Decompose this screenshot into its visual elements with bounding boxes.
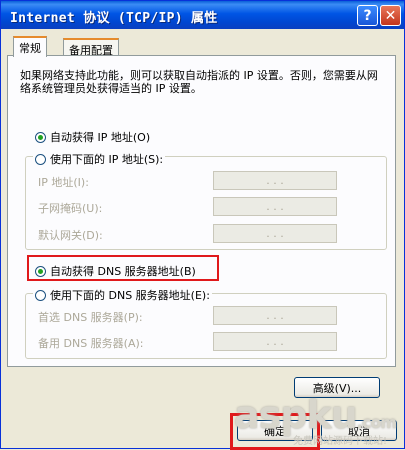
close-icon: ✕ (384, 7, 397, 24)
title-bar[interactable]: Internet 协议 (TCP/IP) 属性 ? ✕ (1, 1, 404, 29)
watermark-domain: .com (356, 413, 397, 432)
manual-dns-radio[interactable] (35, 289, 46, 301)
alternate-dns-label: 备用 DNS 服务器(A): (38, 337, 144, 350)
help-button[interactable]: ? (357, 5, 378, 26)
tab-alternate-config[interactable]: 备用配置 (63, 38, 119, 57)
help-icon: ? (363, 7, 372, 24)
preferred-dns-label: 首选 DNS 服务器(P): (38, 311, 143, 324)
default-gateway-value: . . . (266, 227, 284, 240)
manual-dns-option[interactable]: 使用下面的 DNS 服务器地址(E): (33, 287, 212, 303)
tab-general-label: 常规 (19, 42, 41, 55)
auto-dns-label: 自动获得 DNS 服务器地址(B) (50, 265, 196, 278)
tab-general[interactable]: 常规 (13, 36, 47, 57)
manual-ip-option[interactable]: 使用下面的 IP 地址(S): (33, 151, 166, 167)
watermark-subtitle: 免费网站源码下载站! (293, 436, 388, 447)
default-gateway-field[interactable]: . . . (213, 224, 337, 243)
tcpip-properties-dialog: Internet 协议 (TCP/IP) 属性 ? ✕ 常规 备用配置 如果网络… (0, 0, 405, 450)
window-title: Internet 协议 (TCP/IP) 属性 (10, 11, 218, 26)
description-text: 如果网络支持此功能，则可以获取自动指派的 IP 设置。否则，您需要从网络系统管理… (20, 69, 378, 95)
subnet-mask-value: . . . (266, 200, 284, 213)
auto-dns-radio[interactable] (35, 265, 46, 277)
auto-dns-option[interactable]: 自动获得 DNS 服务器地址(B) (35, 263, 196, 279)
auto-ip-label: 自动获得 IP 地址(O) (50, 131, 151, 144)
ip-address-field[interactable]: . . . (213, 171, 337, 190)
manual-dns-label: 使用下面的 DNS 服务器地址(E): (50, 289, 210, 302)
watermark-logo: aspku.com (234, 393, 397, 437)
subnet-mask-label: 子网掩码(U): (38, 202, 103, 215)
ip-address-label: IP 地址(I): (38, 176, 89, 189)
default-gateway-label: 默认网关(D): (38, 229, 103, 242)
watermark-text: aspku (234, 393, 358, 437)
alternate-dns-field[interactable]: . . . (213, 332, 337, 351)
subnet-mask-field[interactable]: . . . (213, 197, 337, 216)
ip-address-value: . . . (266, 174, 284, 187)
close-button[interactable]: ✕ (380, 5, 401, 26)
preferred-dns-value: . . . (266, 309, 284, 322)
manual-ip-label: 使用下面的 IP 地址(S): (50, 153, 164, 166)
auto-ip-option[interactable]: 自动获得 IP 地址(O) (35, 129, 150, 145)
preferred-dns-field[interactable]: . . . (213, 306, 337, 325)
auto-ip-radio[interactable] (35, 131, 46, 143)
alternate-dns-value: . . . (266, 335, 284, 348)
manual-ip-radio[interactable] (35, 153, 46, 165)
